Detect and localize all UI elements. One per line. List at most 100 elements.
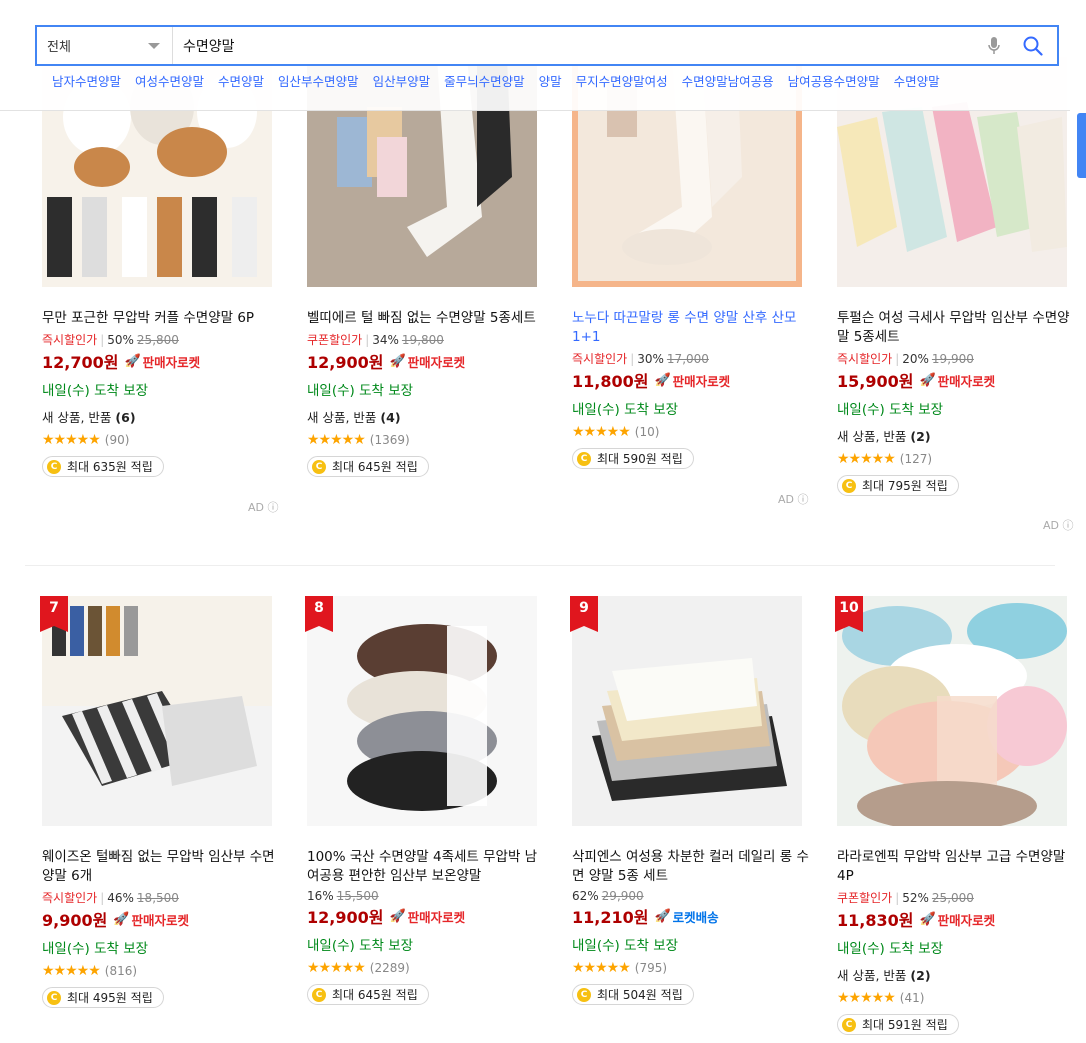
suggestion-link[interactable]: 수면양말 [887,72,947,92]
star-icon: ★★★★★ [837,451,896,467]
suggestion-link[interactable]: 줄무늬수면양말 [437,72,532,92]
ad-label[interactable]: AD ⓘ [248,499,279,515]
price-info: 즉시할인가 | 46% 18,500 [42,891,179,905]
price-info: 즉시할인가 | 30% 17,000 [572,352,709,366]
product-image[interactable] [42,596,272,826]
sale-type: 쿠폰할인가 [307,333,363,347]
rocket-badge: 🚀 판매자로켓 [389,908,466,925]
star-icon: ★★★★★ [42,432,101,448]
rocket-icon: 🚀 [919,911,936,927]
rocket-badge: 🚀 판매자로켓 [654,372,731,389]
suggestion-link[interactable]: 수면양말 [211,72,271,92]
suggestion-link[interactable]: 양말 [532,72,569,92]
reward-badge: C 최대 590원 적립 [572,448,694,469]
suggestion-link[interactable]: 임산부수면양말 [271,72,366,92]
reward-badge: C 최대 635원 적립 [42,456,164,477]
coin-icon: C [842,1017,856,1032]
original-price: 25,000 [931,891,974,905]
product-title[interactable]: 라라로엔픽 무압박 임산부 고급 수면양말 4P [837,848,1077,886]
chevron-down-icon [148,43,160,49]
search-category-label: 전체 [47,40,71,55]
rating: ★★★★★ (816) [42,963,282,979]
sale-price: 11,210원 [572,908,649,927]
coin-icon: C [577,987,591,1002]
product-image[interactable] [572,596,802,826]
product-title[interactable]: 투펄슨 여성 극세사 무압박 임산부 수면양말 5종세트 [837,309,1077,347]
suggestion-link[interactable]: 수면양말남여공용 [675,72,781,92]
original-price: 19,800 [401,333,444,347]
reward-badge: C 최대 504원 적립 [572,984,694,1005]
review-count: (90) [104,433,130,447]
review-count: (41) [899,991,925,1005]
star-icon: ★★★★★ [572,424,631,440]
discount-rate: 50% [107,333,134,347]
reward-badge: C 최대 591원 적립 [837,1014,959,1035]
delivery-guarantee: 내일(수) 도착 보장 [307,938,414,954]
new-product-info: 새 상품, 반품 (6) [42,410,136,425]
rocket-badge: 🚀 판매자로켓 [124,353,201,370]
product-image[interactable] [837,596,1067,826]
delivery-guarantee: 내일(수) 도착 보장 [837,402,944,418]
original-price: 19,900 [931,352,974,366]
price-info: 즉시할인가 | 20% 19,900 [837,352,974,366]
rank-badge: 7 [40,596,68,632]
new-product-info: 새 상품, 반품 (4) [307,410,401,425]
sale-price: 15,900원 [837,372,914,391]
sale-type: 즉시할인가 [42,333,98,347]
suggestion-link[interactable]: 남자수면양말 [45,72,128,92]
product-title[interactable]: 100% 국산 수면양말 4족세트 무압박 남여공용 편안한 임산부 보온양말 [307,848,547,886]
search-header: 전체 남자수면양말여성수면양말수면양말임산부수면양말임산부양말줄무늬수면양말양말… [0,0,1070,111]
sale-price: 11,830원 [837,911,914,930]
rocket-badge: 🚀 판매자로켓 [389,353,466,370]
discount-rate: 20% [902,352,929,366]
product-title[interactable]: 노누다 따끈말랑 롱 수면 양말 산후 산모 1+1 [572,309,812,347]
price-info: 즉시할인가 | 50% 25,800 [42,333,179,347]
discount-rate: 46% [107,891,134,905]
coin-icon: C [312,987,326,1002]
rating: ★★★★★ (795) [572,960,812,976]
search-input[interactable] [173,27,979,64]
sale-type: 쿠폰할인가 [837,891,893,905]
coin-icon: C [47,990,61,1005]
microphone-icon[interactable] [979,27,1009,64]
search-icon [1023,36,1043,56]
delivery-guarantee: 내일(수) 도착 보장 [572,938,679,954]
row-divider [25,565,1055,566]
sale-type: 즉시할인가 [837,352,893,366]
rocket-badge: 🚀 판매자로켓 [919,372,996,389]
discount-rate: 62% [572,889,599,903]
star-icon: ★★★★★ [307,432,366,448]
ad-label[interactable]: AD ⓘ [1043,517,1074,533]
product-title[interactable]: 웨이즈온 털빠짐 없는 무압박 임산부 수면양말 6개 [42,848,282,886]
rating: ★★★★★ (10) [572,424,812,440]
discount-rate: 52% [902,891,929,905]
review-count: (816) [104,964,138,978]
search-category-select[interactable]: 전체 [37,27,173,64]
price-info: 쿠폰할인가 | 34% 19,800 [307,333,444,347]
rocket-icon: 🚀 [113,911,130,927]
scrollbar-thumb[interactable] [1077,113,1086,178]
suggestion-link[interactable]: 여성수면양말 [128,72,211,92]
delivery-guarantee: 내일(수) 도착 보장 [837,941,944,957]
suggestion-link[interactable]: 남여공용수면양말 [781,72,887,92]
reward-badge: C 최대 495원 적립 [42,987,164,1008]
search-button[interactable] [1009,27,1057,64]
rocket-icon: 🚀 [919,372,936,388]
sale-price: 9,900원 [42,911,108,930]
suggestion-link[interactable]: 임산부양말 [366,72,438,92]
delivery-guarantee: 내일(수) 도착 보장 [307,383,414,399]
delivery-guarantee: 내일(수) 도착 보장 [42,383,149,399]
ad-label[interactable]: AD ⓘ [778,491,809,507]
product-title[interactable]: 무만 포근한 무압박 커플 수면양말 6P [42,309,282,328]
sale-price: 11,800원 [572,372,649,391]
product-image[interactable] [307,596,537,826]
product-title[interactable]: 삭피엔스 여성용 차분한 컬러 데일리 롱 수면 양말 5종 세트 [572,848,812,886]
delivery-guarantee: 내일(수) 도착 보장 [42,941,149,957]
discount-rate: 34% [372,333,399,347]
suggestion-link[interactable]: 무지수면양말여성 [569,72,675,92]
review-count: (795) [634,961,668,975]
rocket-icon: 🚀 [124,353,141,369]
coin-icon: C [842,478,856,493]
product-title[interactable]: 벨띠에르 털 빠짐 없는 수면양말 5종세트 [307,309,547,328]
rank-badge: 9 [570,596,598,632]
